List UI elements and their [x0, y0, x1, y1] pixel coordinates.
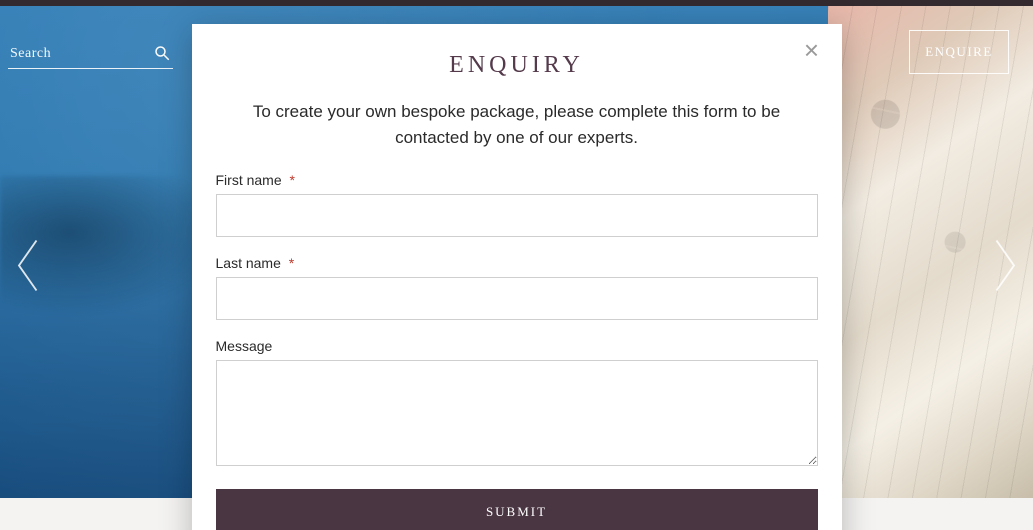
- field-first-name: First name *: [216, 172, 818, 237]
- submit-button[interactable]: SUBMIT: [216, 489, 818, 530]
- close-icon[interactable]: ×: [798, 36, 826, 64]
- first-name-label-text: First name: [216, 172, 282, 188]
- enquiry-modal: × ENQUIRY To create your own bespoke pac…: [192, 24, 842, 530]
- message-label: Message: [216, 338, 818, 354]
- last-name-input[interactable]: [216, 277, 818, 320]
- message-input[interactable]: [216, 360, 818, 466]
- field-last-name: Last name *: [216, 255, 818, 320]
- required-mark: *: [289, 255, 294, 271]
- field-message: Message: [216, 338, 818, 471]
- last-name-label: Last name *: [216, 255, 818, 271]
- modal-title: ENQUIRY: [216, 52, 818, 79]
- first-name-input[interactable]: [216, 194, 818, 237]
- modal-intro: To create your own bespoke package, plea…: [222, 99, 812, 150]
- last-name-label-text: Last name: [216, 255, 281, 271]
- first-name-label: First name *: [216, 172, 818, 188]
- required-mark: *: [290, 172, 295, 188]
